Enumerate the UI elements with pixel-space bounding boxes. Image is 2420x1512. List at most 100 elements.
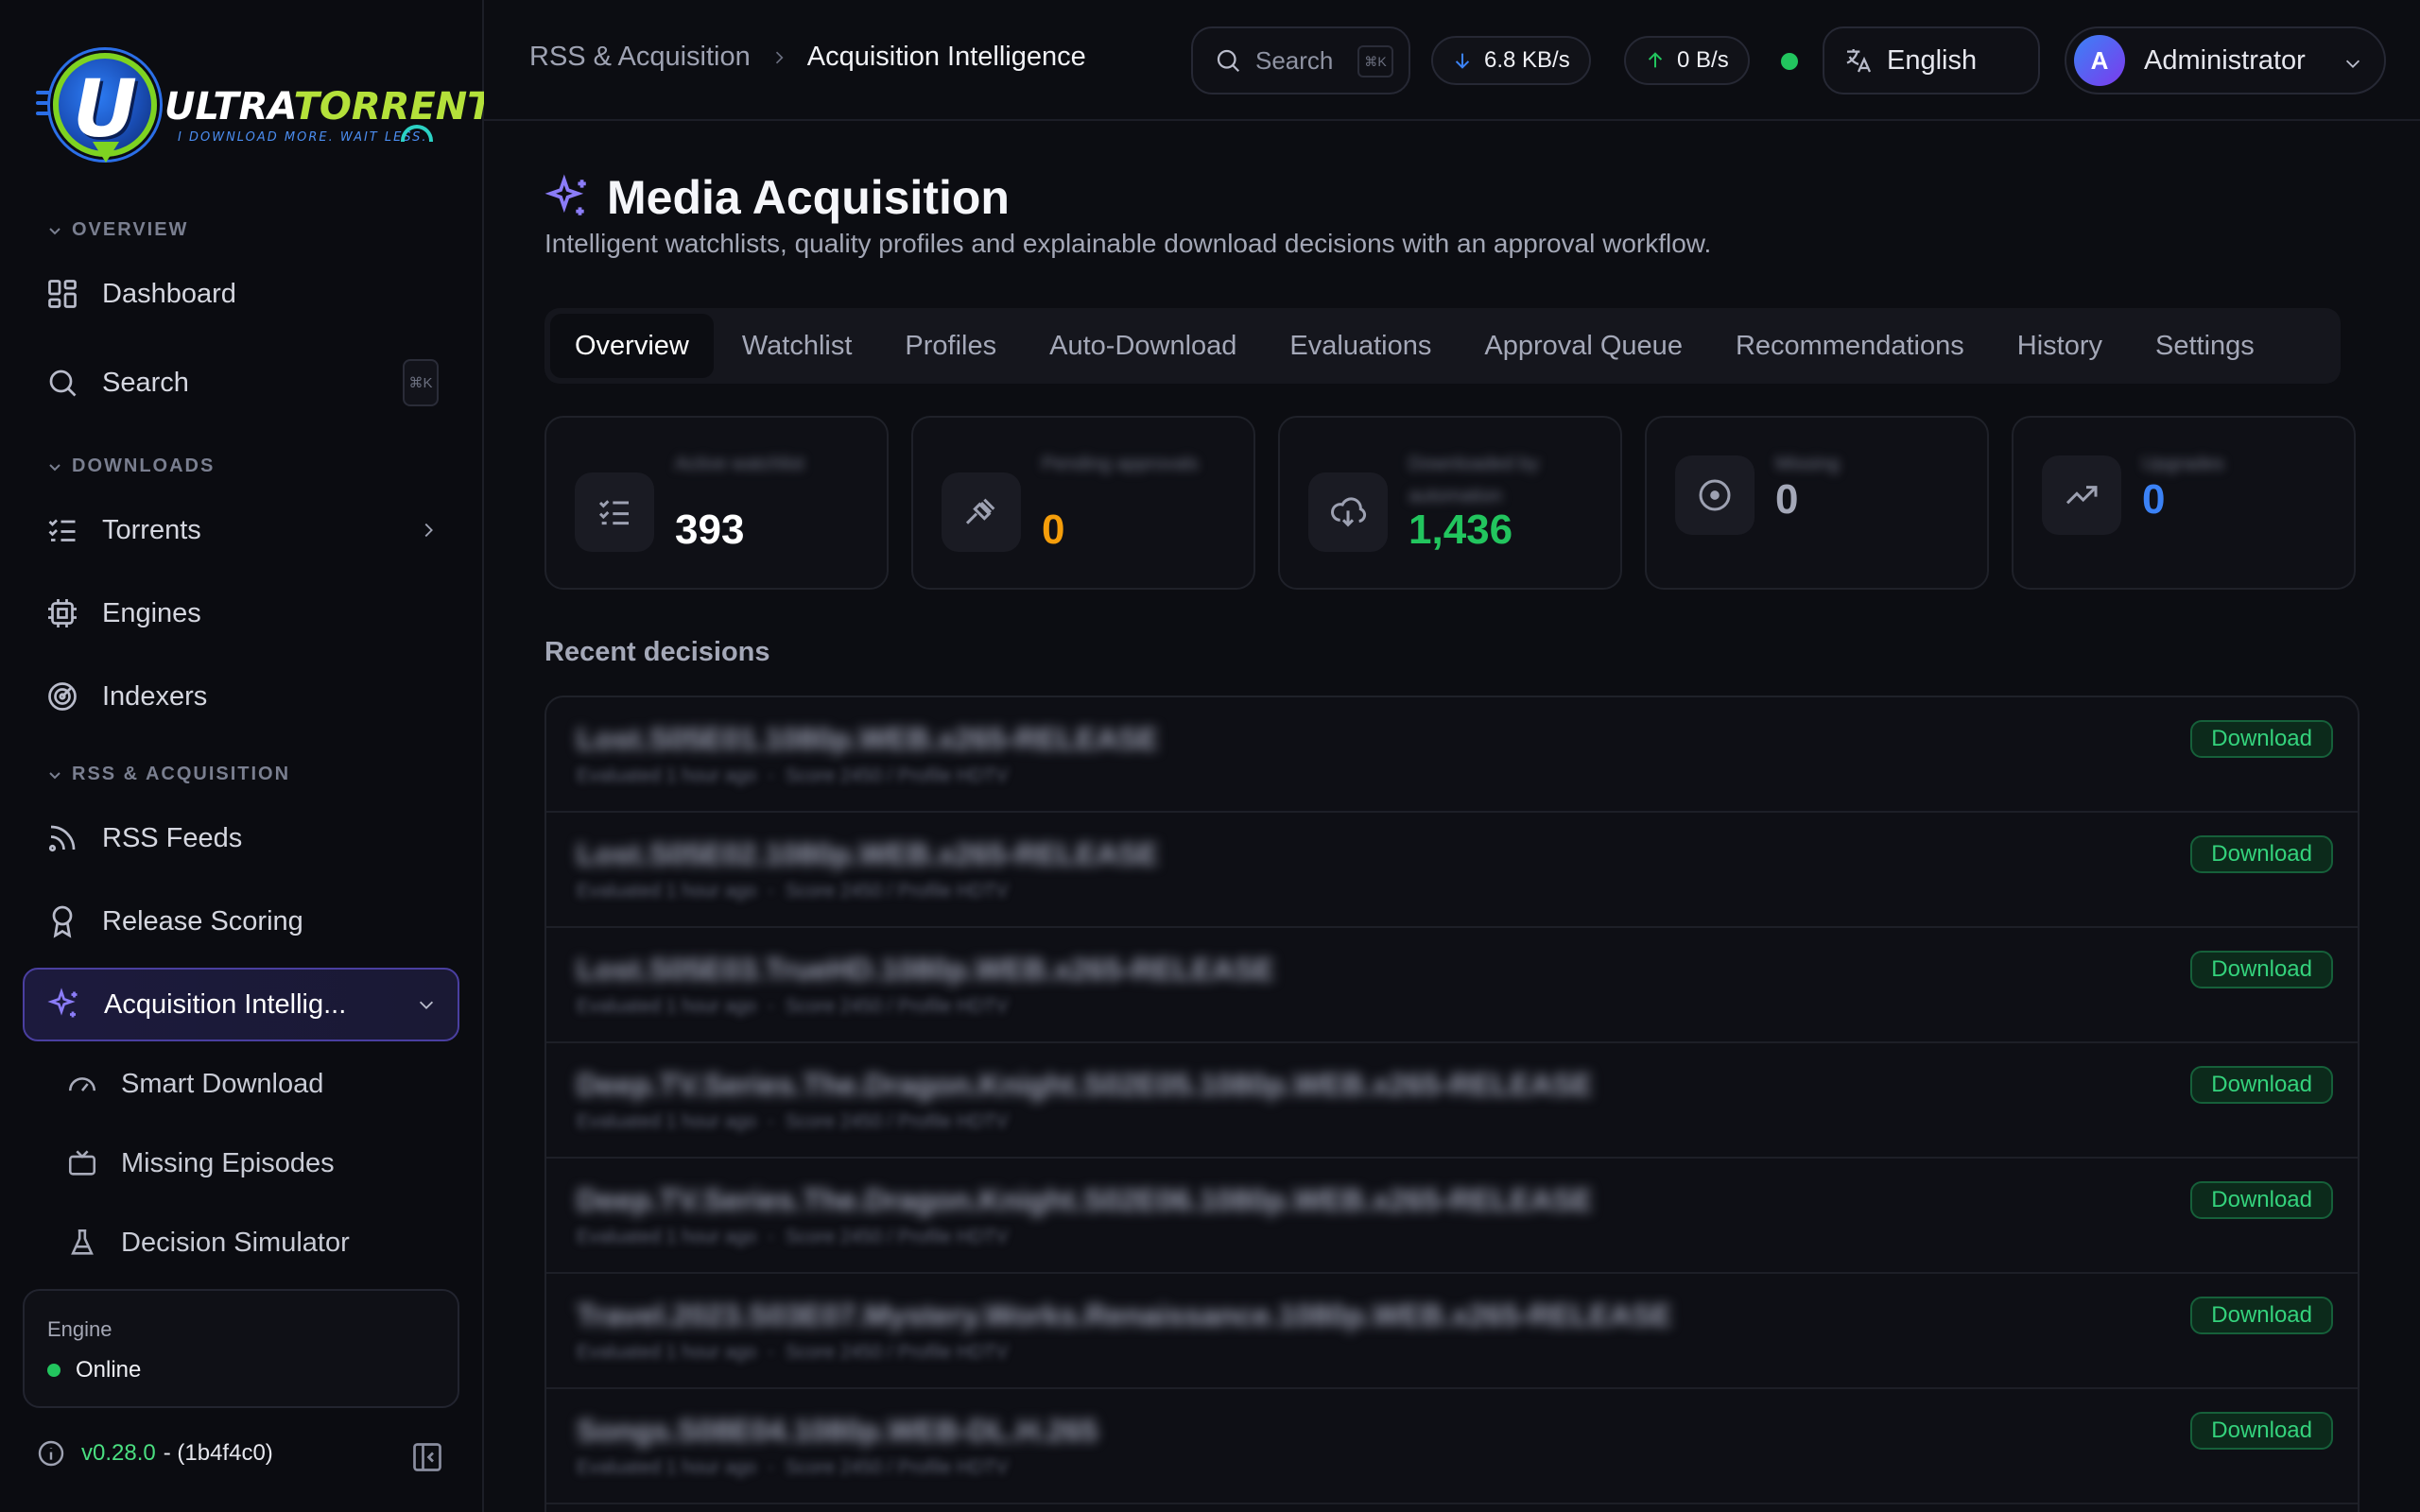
- breadcrumb-current: Acquisition Intelligence: [806, 42, 1086, 72]
- list-checks-icon: [48, 519, 76, 541]
- user-menu[interactable]: A Administrator: [2065, 26, 2386, 94]
- search-shortcut-badge: ⌘K: [403, 359, 439, 406]
- upload-rate-value: 0 B/s: [1677, 47, 1729, 73]
- status-dot: [47, 1364, 60, 1377]
- search-icon: [1217, 49, 1240, 73]
- breadcrumb: RSS & Acquisition Acquisition Intelligen…: [529, 42, 1086, 73]
- sidebar-item-rss-feeds[interactable]: RSS Feeds: [23, 801, 459, 875]
- chevron-down-icon: [49, 227, 60, 234]
- checklist-icon: [575, 472, 654, 552]
- stat-label: Pending approvals: [1042, 454, 1199, 474]
- chevron-right-icon: [775, 51, 784, 63]
- sidebar-item-engines[interactable]: Engines: [23, 576, 459, 650]
- tab-recommendations[interactable]: Recommendations: [1711, 314, 1989, 378]
- section-label-rss: RSS & ACQUISITION: [72, 764, 291, 784]
- sidebar-subitem-missing-episodes[interactable]: Missing Episodes: [66, 1130, 335, 1196]
- build-hash: - (1b4f4c0): [163, 1440, 273, 1466]
- stat-card: Missing 0: [1645, 416, 1989, 590]
- chevron-right-icon: [424, 523, 433, 538]
- sidebar: U ULTRATORRENT I DOWNLOAD MORE. WAIT LES…: [0, 0, 493, 1512]
- sidebar-item-indexers[interactable]: Indexers: [23, 660, 459, 733]
- translate-icon: [1846, 49, 1872, 73]
- section-toggle-downloads[interactable]: DOWNLOADS: [47, 455, 215, 477]
- sidebar-subitem-smart-download[interactable]: Smart Download: [66, 1051, 323, 1117]
- list-item[interactable]: Travel.2023.S03E07.Mystery.Works.Renaiss…: [546, 1274, 2358, 1389]
- engine-status-card: Engine Online: [23, 1289, 459, 1408]
- tab-watchlist[interactable]: Watchlist: [717, 314, 877, 378]
- page-title-text: Media Acquisition: [607, 171, 1010, 224]
- section-toggle-overview[interactable]: OVERVIEW: [47, 219, 188, 241]
- sidebar-item-dashboard[interactable]: Dashboard: [23, 257, 459, 331]
- chevron-down-icon: [49, 463, 60, 471]
- breadcrumb-link[interactable]: RSS & Acquisition: [529, 42, 751, 73]
- sidebar-item-torrents[interactable]: Torrents: [23, 493, 459, 567]
- decision-badge: Download: [2190, 1181, 2333, 1219]
- info-icon: [38, 1440, 64, 1467]
- sparkles-icon: [544, 174, 586, 215]
- rss-icon: [48, 825, 76, 852]
- section-label-overview: OVERVIEW: [72, 219, 189, 240]
- engine-label: Engine: [47, 1317, 112, 1341]
- connection-status-dot: [1781, 53, 1798, 70]
- chevron-down-icon: [49, 771, 60, 779]
- user-name: Administrator: [2144, 44, 2306, 76]
- list-item[interactable]: Lost.S05E02.1080p.WEB.x265-RELEASE Evalu…: [546, 813, 2358, 928]
- search-shortcut-badge: ⌘K: [1357, 45, 1393, 77]
- release-name: Travel.2023.S03E07.Mystery.Works.Renaiss…: [577, 1298, 1672, 1332]
- tab-profiles[interactable]: Profiles: [880, 314, 1021, 378]
- decision-list: Lost.S05E01.1080p.WEB.x265-RELEASE Evalu…: [544, 696, 2360, 1512]
- list-item[interactable]: Deep.TV.Series.The.Dragon.Knight.S02E05.…: [546, 1043, 2358, 1159]
- sidebar-subitem-label: Missing Episodes: [121, 1147, 335, 1178]
- search-input[interactable]: Search ⌘K: [1191, 26, 1410, 94]
- decision-badge: Download: [2190, 1066, 2333, 1104]
- section-toggle-rss[interactable]: RSS & ACQUISITION: [47, 764, 290, 785]
- logo-wordmark: ULTRATORRENT: [164, 85, 493, 129]
- release-meta: Evaluated 1 hour ago · Score 2450 / Profil…: [577, 1111, 1009, 1132]
- search-placeholder: Search: [1255, 45, 1334, 75]
- decision-badge: Download: [2190, 1412, 2333, 1450]
- page-title: Media Acquisition: [544, 170, 1010, 225]
- release-name: Lost.S05E03.TrueHD.1080p.WEB.x265-RELEAS…: [577, 953, 1275, 987]
- language-selector[interactable]: English: [1823, 26, 2040, 94]
- logo-tagline: I DOWNLOAD MORE. WAIT LESS.: [178, 130, 428, 145]
- sidebar-subitem-decision-simulator[interactable]: Decision Simulator: [66, 1210, 350, 1276]
- list-item[interactable]: Lost.S05E03.TrueHD.1080p.WEB.x265-RELEAS…: [546, 928, 2358, 1043]
- engine-status-text: Online: [76, 1357, 142, 1383]
- collapse-sidebar-icon[interactable]: [410, 1440, 444, 1474]
- tab-auto-download[interactable]: Auto-Download: [1025, 314, 1261, 378]
- tv-icon: [68, 1150, 96, 1176]
- release-name: Lost.S05E02.1080p.WEB.x265-RELEASE: [577, 837, 1159, 871]
- list-item[interactable]: Lost.S05E01.1080p.WEB.x265-RELEASE Evalu…: [546, 697, 2358, 813]
- stat-value: 0: [2142, 476, 2166, 523]
- decision-badge: Download: [2190, 951, 2333, 988]
- sidebar-item-label: Release Scoring: [102, 905, 303, 936]
- tab-settings[interactable]: Settings: [2131, 314, 2279, 378]
- sidebar-item-label: Acquisition Intellig...: [104, 988, 347, 1020]
- stat-card: Active watchlist 393: [544, 416, 889, 590]
- stat-card: Downloaded by automation 1,436: [1278, 416, 1622, 590]
- target-icon: [1675, 455, 1754, 535]
- sidebar-item-search[interactable]: Search ⌘K: [23, 346, 459, 420]
- sidebar-item-release-scoring[interactable]: Release Scoring: [23, 885, 459, 958]
- release-name: Songs.S08E04.1080p.WEB-DL.H.265: [577, 1414, 1098, 1448]
- version-number: v0.28.0: [81, 1440, 156, 1466]
- app-logo[interactable]: U ULTRATORRENT I DOWNLOAD MORE. WAIT LES…: [36, 49, 493, 163]
- tab-history[interactable]: History: [1993, 314, 2127, 378]
- release-meta: Evaluated 1 hour ago · Score 2450 / Profil…: [577, 1457, 1009, 1478]
- sidebar-item-acquisition-intelligence[interactable]: Acquisition Intellig...: [23, 968, 459, 1041]
- sidebar-item-label: Engines: [102, 597, 201, 628]
- radar-icon: [48, 682, 77, 711]
- dashboard-icon: [48, 280, 77, 308]
- version-info: v0.28.0 - (1b4f4c0): [36, 1438, 273, 1469]
- sparkles-icon: [47, 988, 78, 1018]
- cpu-icon: [48, 599, 77, 627]
- download-rate-value: 6.8 KB/s: [1484, 47, 1570, 73]
- tab-evaluations[interactable]: Evaluations: [1265, 314, 1456, 378]
- chevron-down-icon: [2345, 60, 2360, 68]
- list-item[interactable]: Songs.S08E04.1080p.WEB-DL.H.265 Evaluate…: [546, 1389, 2358, 1504]
- tab-overview[interactable]: Overview: [550, 314, 714, 378]
- tab-approval-queue[interactable]: Approval Queue: [1460, 314, 1707, 378]
- top-bar: RSS & Acquisition Acquisition Intelligen…: [484, 0, 2420, 121]
- avatar: A: [2074, 35, 2125, 86]
- list-item[interactable]: Deep.TV.Series.The.Dragon.Knight.S02E06.…: [546, 1159, 2358, 1274]
